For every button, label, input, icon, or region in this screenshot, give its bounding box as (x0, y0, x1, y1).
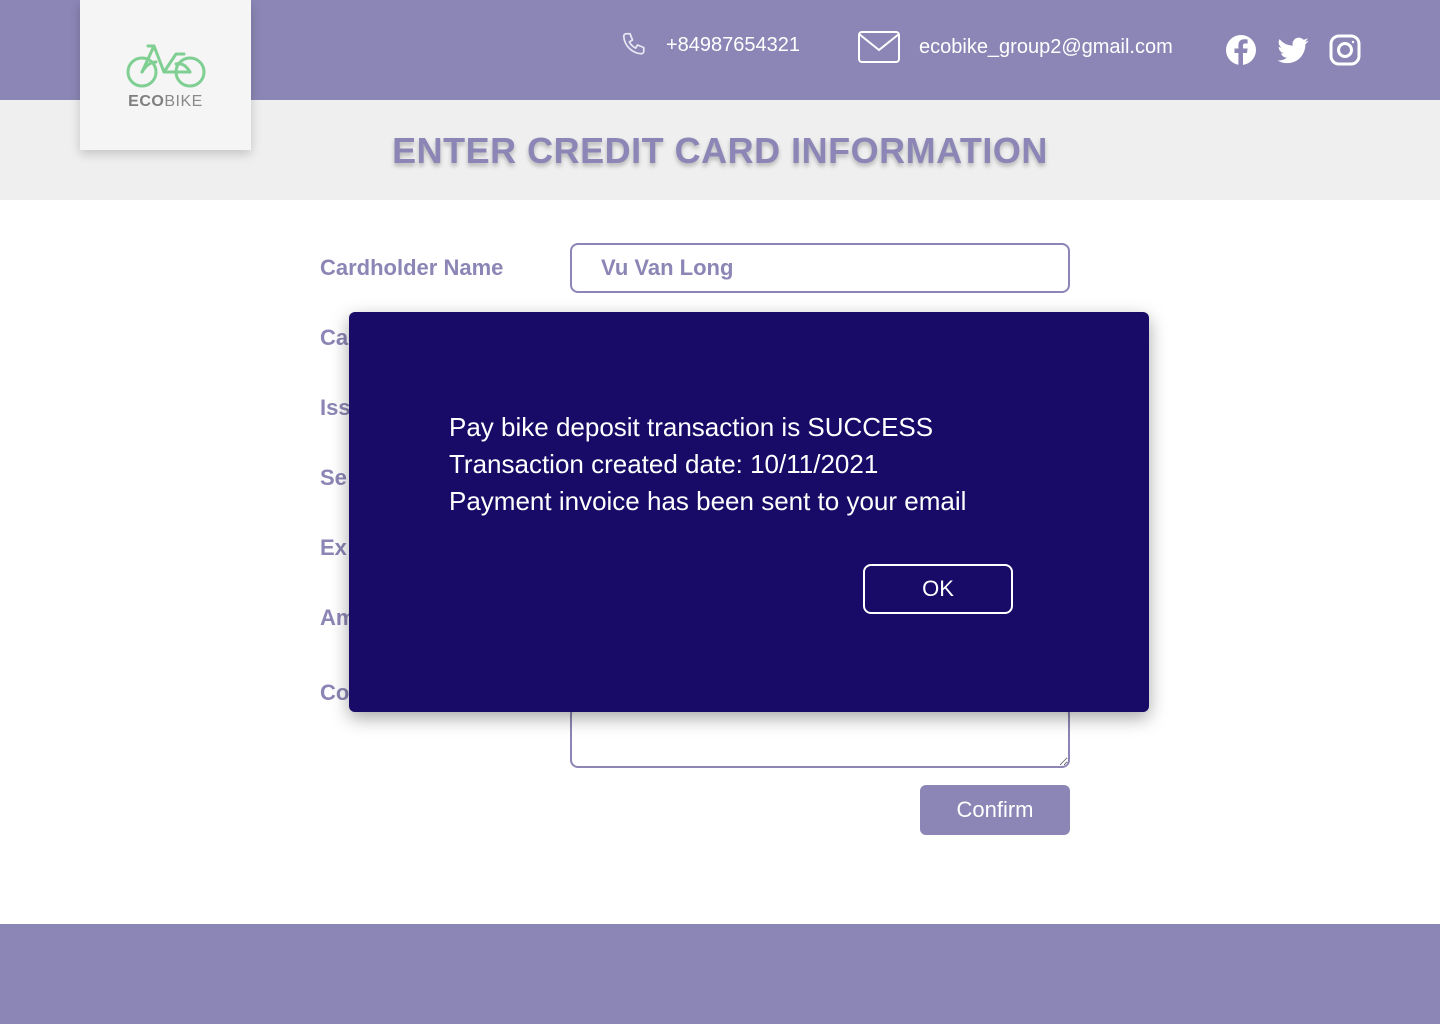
facebook-icon[interactable] (1224, 33, 1258, 67)
content-label: Co (320, 680, 350, 705)
confirm-button[interactable]: Confirm (920, 785, 1070, 835)
cardholder-name-input[interactable] (570, 243, 1070, 293)
invoice-message: Payment invoice has been sent to your em… (449, 486, 967, 516)
social-links (1224, 33, 1362, 67)
success-dialog: Pay bike deposit transaction is SUCCESS … (349, 312, 1149, 712)
bike-logo-icon (124, 40, 208, 95)
ok-button[interactable]: OK (863, 564, 1013, 614)
card-number-label: Ca (320, 325, 349, 350)
phone-icon (620, 30, 650, 60)
transaction-date-message: Transaction created date: 10/11/2021 (449, 449, 879, 479)
twitter-icon[interactable] (1276, 33, 1310, 67)
logo-text: ECOBIKE (128, 93, 203, 110)
amount-label: Am (320, 605, 350, 630)
content-textarea[interactable] (570, 706, 1070, 768)
instagram-icon[interactable] (1328, 33, 1362, 67)
success-message: Pay bike deposit transaction is SUCCESS (449, 412, 934, 442)
issuing-bank-label: Iss (320, 395, 350, 420)
mail-icon (857, 30, 901, 64)
footer-bar (0, 924, 1440, 1024)
ecobike-logo[interactable]: ECOBIKE (80, 0, 251, 150)
expiration-date-label: Ex (320, 535, 347, 560)
security-code-label: Se (320, 465, 347, 490)
email-address[interactable]: ecobike_group2@gmail.com (919, 36, 1173, 59)
email-contact[interactable]: ecobike_group2@gmail.com (857, 30, 1173, 64)
phone-contact[interactable]: +84987654321 (620, 30, 800, 60)
phone-number[interactable]: +84987654321 (666, 34, 800, 57)
cardholder-name-label: Cardholder Name (320, 255, 504, 280)
